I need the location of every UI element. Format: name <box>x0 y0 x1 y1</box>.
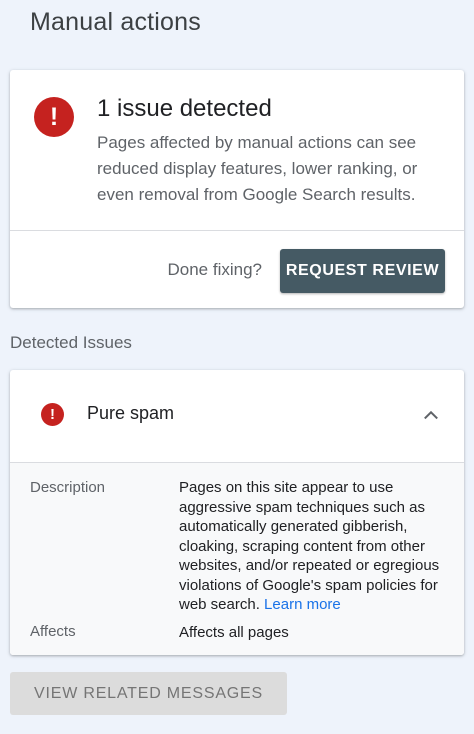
detected-issue-header[interactable]: ! Pure spam <box>10 370 464 462</box>
detected-issues-heading: Detected Issues <box>10 333 132 352</box>
description-value: Pages on this site appear to use aggress… <box>179 478 449 615</box>
affects-value: Affects all pages <box>179 624 289 641</box>
view-related-messages-button[interactable]: VIEW RELATED MESSAGES <box>10 672 287 715</box>
description-label: Description <box>30 479 106 496</box>
detected-issue-card: ! Pure spam Description Pages on this si… <box>10 370 464 655</box>
request-review-button[interactable]: REQUEST REVIEW <box>280 249 445 293</box>
done-fixing-label: Done fixing? <box>167 260 262 279</box>
affects-label: Affects <box>30 623 76 640</box>
divider <box>10 230 464 231</box>
chevron-up-icon[interactable] <box>420 404 442 426</box>
issue-details-panel: Description Pages on this site appear to… <box>10 462 464 655</box>
issue-description: Pages affected by manual actions can see… <box>97 133 418 204</box>
issue-summary-card: ! 1 issue detected Pages affected by man… <box>10 70 464 308</box>
issue-count-title: 1 issue detected <box>97 95 272 122</box>
description-text: Pages on this site appear to use aggress… <box>179 479 440 613</box>
learn-more-link[interactable]: Learn more <box>264 596 341 613</box>
error-exclamation-icon: ! <box>41 403 64 426</box>
detected-issue-title: Pure spam <box>87 403 175 423</box>
page-title: Manual actions <box>30 8 201 36</box>
manual-actions-page: Manual actions ! 1 issue detected Pages … <box>0 0 474 734</box>
error-exclamation-icon: ! <box>34 97 74 137</box>
